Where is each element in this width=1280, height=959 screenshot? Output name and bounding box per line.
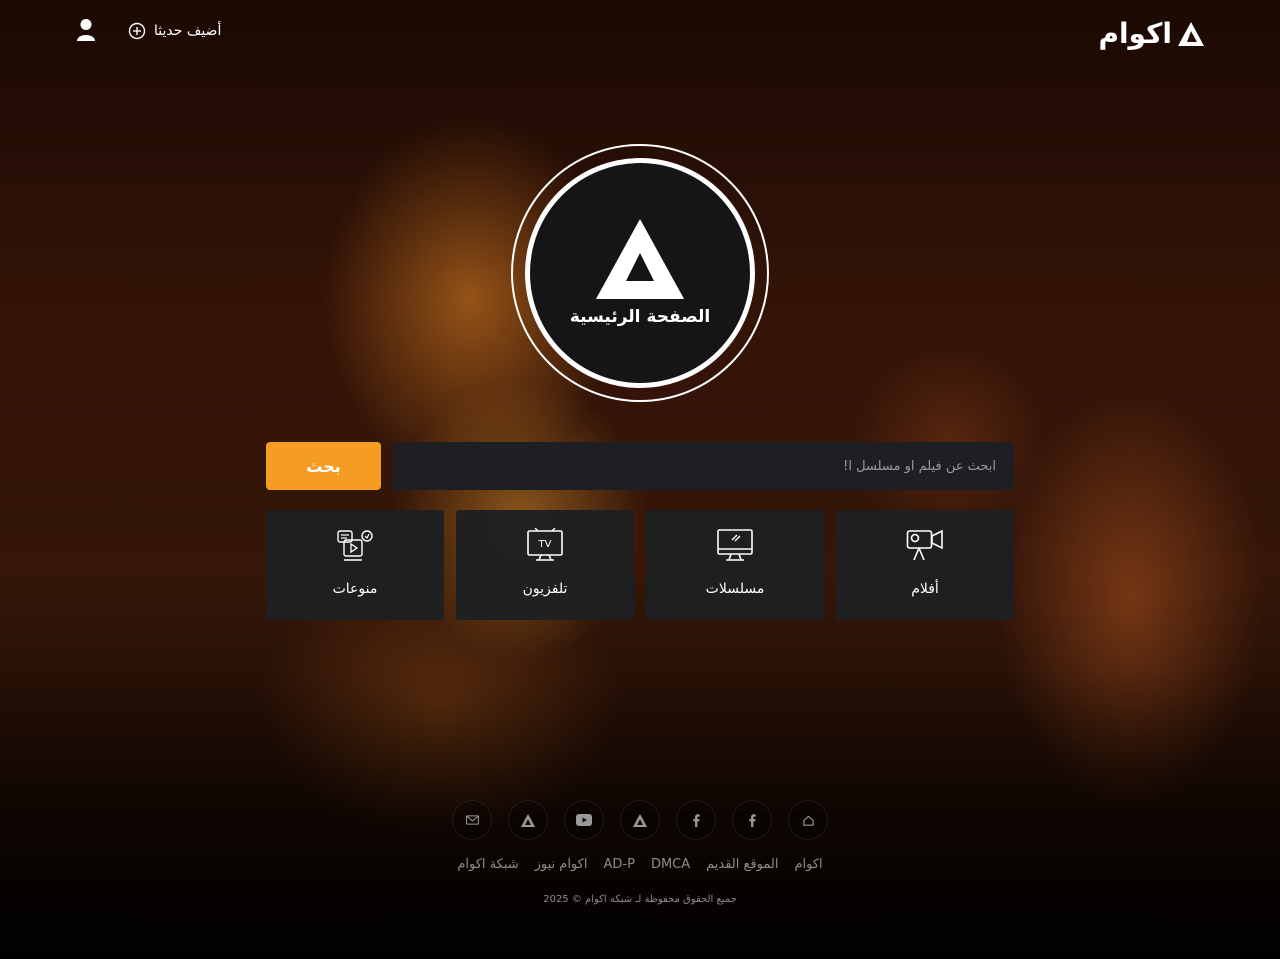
search-button[interactable]: بحث	[266, 442, 381, 490]
monitor-icon	[717, 529, 753, 561]
footer-link-adp[interactable]: AD-P	[604, 857, 635, 872]
category-label: مسلسلات	[705, 581, 765, 597]
home-social-button[interactable]	[788, 800, 828, 840]
home-label: الصفحة الرئيسية	[569, 307, 711, 327]
facebook-button-1[interactable]	[732, 800, 772, 840]
category-movies[interactable]: أفلام	[836, 510, 1014, 620]
copyright-text: جميع الحقوق محفوظة لـ شبكة اكوام © 2025	[543, 894, 737, 905]
plus-circle-icon	[128, 22, 146, 40]
mail-button[interactable]	[452, 800, 492, 840]
youtube-icon	[576, 814, 592, 826]
site-header: اكوام أضيف حديثا	[0, 0, 1280, 70]
footer-link-akwam[interactable]: اكوام	[794, 857, 822, 872]
footer-link-news[interactable]: اكوام نيوز	[535, 857, 588, 872]
category-misc[interactable]: منوعات	[266, 510, 444, 620]
footer-link-dmca[interactable]: DMCA	[651, 857, 690, 872]
logo-text: اكوام	[1098, 17, 1173, 50]
akwam-app-button-2[interactable]	[508, 800, 548, 840]
home-button[interactable]: الصفحة الرئيسية	[525, 158, 755, 388]
tv-icon: TV	[527, 528, 563, 561]
akwam-logo-icon	[1178, 22, 1204, 46]
category-tv[interactable]: TV تلفزيون	[456, 510, 634, 620]
media-mix-icon	[337, 530, 373, 561]
add-recent-label: أضيف حديثا	[154, 23, 222, 39]
category-series[interactable]: مسلسلات	[646, 510, 824, 620]
footer-links: اكوام الموقع القديم DMCA AD-P اكوام نيوز…	[0, 857, 1280, 872]
home-icon	[802, 815, 814, 826]
akwam-app-button-1[interactable]	[620, 800, 660, 840]
svg-text:TV: TV	[538, 539, 552, 550]
site-logo[interactable]: اكوام	[1098, 18, 1204, 50]
user-account-button[interactable]	[76, 18, 96, 46]
facebook-button-2[interactable]	[676, 800, 716, 840]
category-grid: أفلام مسلسلات TV تلفزيون منوعات	[266, 510, 1014, 620]
home-hero: الصفحة الرئيسية	[511, 144, 769, 402]
footer-link-old-site[interactable]: الموقع القديم	[706, 857, 778, 872]
akwam-triangle-icon	[596, 219, 684, 299]
akwam-icon	[521, 813, 535, 827]
user-icon	[77, 19, 95, 41]
category-label: أفلام	[911, 581, 939, 597]
facebook-icon	[749, 813, 756, 827]
category-label: تلفزيون	[522, 581, 568, 597]
footer-link-network[interactable]: شبكة اكوام	[457, 857, 518, 872]
mail-icon	[465, 815, 479, 825]
search-bar: بحث	[266, 442, 1014, 490]
movie-camera-icon	[906, 529, 943, 561]
category-label: منوعات	[332, 581, 378, 597]
akwam-icon	[633, 813, 647, 827]
facebook-icon	[693, 813, 700, 827]
social-links	[452, 800, 828, 840]
search-input[interactable]	[393, 442, 1014, 490]
add-recent-link[interactable]: أضيف حديثا	[128, 22, 221, 40]
youtube-button[interactable]	[564, 800, 604, 840]
